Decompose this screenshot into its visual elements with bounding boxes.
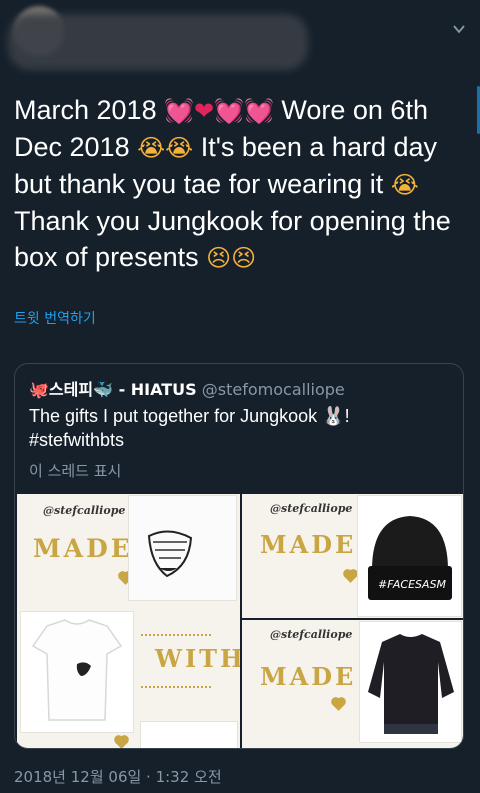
emoji-icon: 💓 [164, 97, 194, 125]
tweet-detail-view: March 2018 💓❤💓💓 Wore on 6th Dec 2018 😭😭 … [0, 0, 480, 793]
heart-icon [115, 736, 128, 748]
quoted-author-handle: @stefomocalliope [201, 380, 345, 399]
collage-image-2[interactable]: @stefcalliope MADE #FACESASM [242, 494, 463, 618]
heart-icon [332, 698, 345, 711]
quoted-tweet-body: The gifts I put together for Jungkook 🐰!… [29, 404, 449, 452]
dotted-divider [141, 686, 211, 688]
collage-image-1[interactable]: @stefcalliope MADE WITH [17, 494, 240, 748]
made-text: MADE [33, 534, 133, 563]
sweater-icon [360, 622, 461, 742]
garment-photo [141, 722, 237, 748]
tshirt-photo [21, 612, 133, 732]
tweet-text-segment: March 2018 [14, 95, 165, 125]
quoted-media-collage[interactable]: @stefcalliope MADE WITH @stefcalliope MA… [15, 494, 463, 748]
dotted-divider [141, 634, 211, 636]
shirt-print-icon [129, 496, 236, 600]
quoted-tweet-header: 🐙스테피🐳 - HIATUS @stefomocalliope [29, 376, 455, 400]
with-text: WITH [155, 644, 240, 673]
emoji-icon: 💓 [214, 97, 244, 125]
heart-icon [344, 570, 357, 583]
quoted-tweet-line: The gifts I put together for Jungkook 🐰! [29, 406, 350, 426]
show-thread-link[interactable]: 이 스레드 표시 [29, 460, 121, 481]
made-text: MADE [260, 662, 357, 691]
collage-image-3[interactable]: @stefcalliope MADE [242, 620, 463, 748]
made-text: MADE [260, 530, 357, 559]
beanie-label: #FACESASM [378, 578, 447, 591]
emoji-icon: 😣 [231, 244, 257, 272]
watermark-text: @stefcalliope [270, 502, 353, 515]
emoji-icon: 😭 [165, 134, 194, 162]
tweet-timestamp[interactable]: 2018년 12월 06일 · 1:32 오전 [14, 766, 222, 787]
emoji-icon: 😭 [390, 171, 419, 199]
author-name-redacted [8, 14, 308, 70]
quoted-tweet-card[interactable]: 🐙스테피🐳 - HIATUS @stefomocalliope The gift… [14, 363, 464, 749]
tweet-text: March 2018 💓❤💓💓 Wore on 6th Dec 2018 😭😭 … [14, 92, 470, 276]
sweater-photo [360, 622, 461, 742]
tshirt-icon [21, 612, 133, 732]
watermark-text: @stefcalliope [270, 628, 353, 641]
quoted-author-name: 🐙스테피🐳 - HIATUS [29, 380, 197, 399]
watermark-text: @stefcalliope [43, 504, 126, 517]
quoted-tweet-hashtag[interactable]: #stefwithbts [29, 428, 449, 452]
beanie-photo: #FACESASM [358, 496, 461, 616]
emoji-icon: 💓 [243, 97, 274, 125]
emoji-icon: ❤ [193, 97, 215, 125]
emoji-icon: 😭 [137, 134, 166, 162]
chevron-down-icon[interactable] [452, 22, 466, 36]
emoji-icon: 😣 [206, 244, 232, 272]
shirt-photo [129, 496, 236, 600]
beanie-icon: #FACESASM [358, 496, 461, 616]
translate-tweet-link[interactable]: 트윗 번역하기 [14, 308, 96, 328]
